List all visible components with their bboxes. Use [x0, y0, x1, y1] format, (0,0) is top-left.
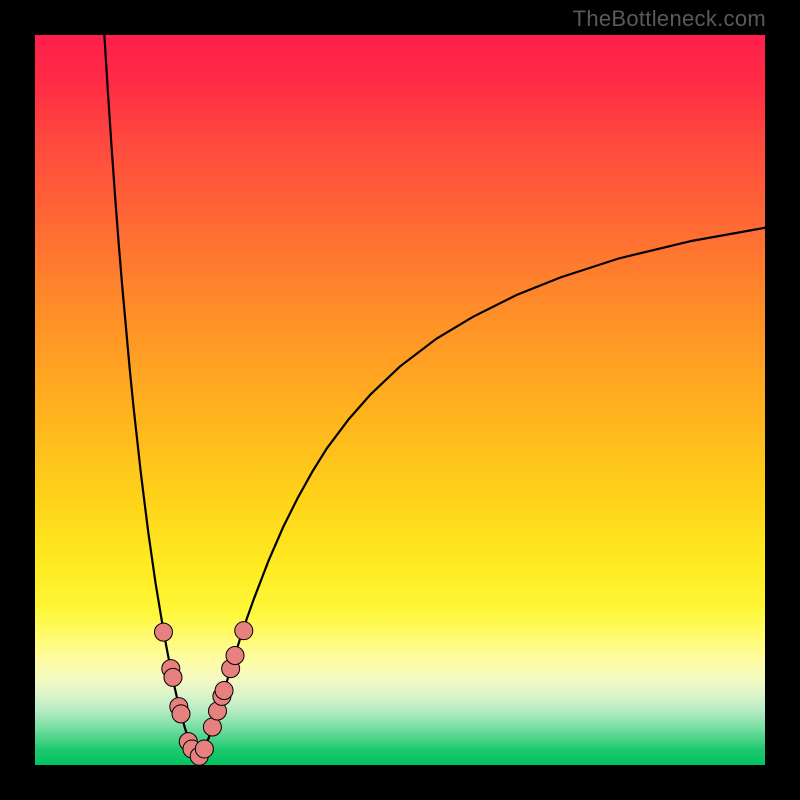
data-marker — [215, 682, 233, 700]
bottleneck-curve — [104, 35, 765, 758]
data-marker — [164, 668, 182, 686]
chart-svg — [35, 35, 765, 765]
chart-frame: TheBottleneck.com — [0, 0, 800, 800]
data-marker — [172, 705, 190, 723]
plot-area — [35, 35, 765, 765]
data-marker — [203, 718, 221, 736]
data-marker — [235, 622, 253, 640]
data-marker — [195, 740, 213, 758]
data-marker — [226, 647, 244, 665]
data-marker — [154, 623, 172, 641]
watermark-text: TheBottleneck.com — [573, 6, 766, 32]
